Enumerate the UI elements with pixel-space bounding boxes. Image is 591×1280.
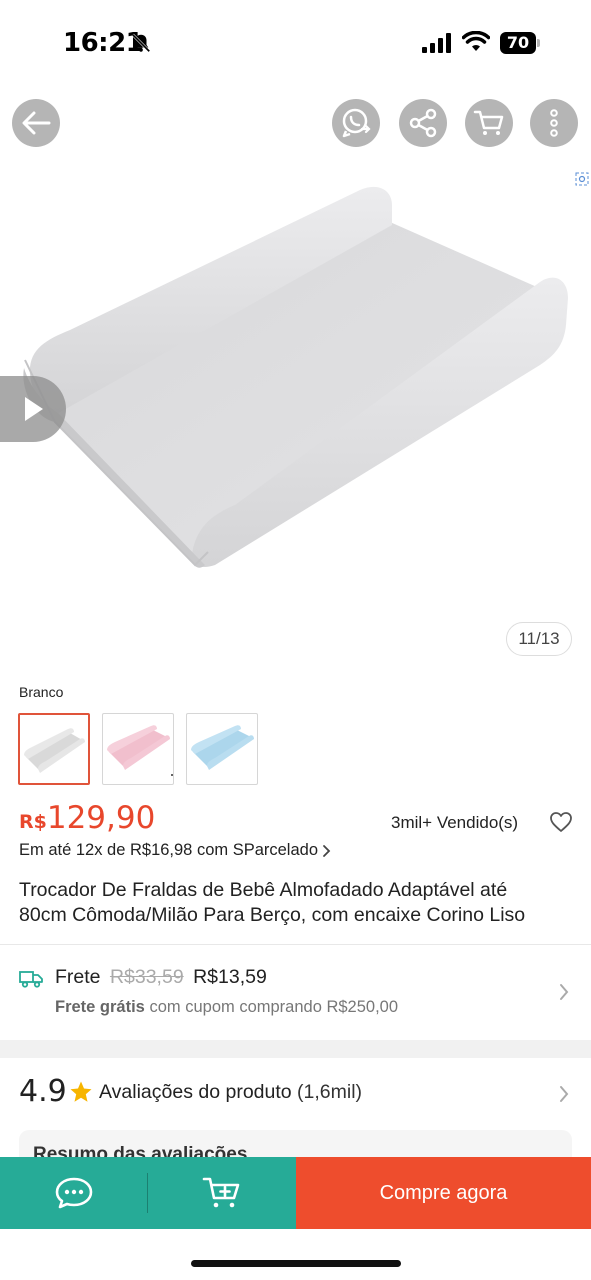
rating-score: 4.9 bbox=[19, 1074, 67, 1109]
variant-label: Branco bbox=[19, 684, 64, 700]
arrow-left-icon bbox=[22, 111, 51, 135]
wifi-icon bbox=[462, 31, 490, 51]
star-icon bbox=[70, 1081, 92, 1102]
reviews-chevron-right-icon[interactable] bbox=[558, 1085, 570, 1103]
cart-plus-icon bbox=[202, 1177, 240, 1208]
variant-thumbnail bbox=[191, 725, 254, 770]
divider bbox=[0, 944, 591, 945]
shipping-price: R$13,59 bbox=[193, 966, 267, 988]
chevron-right-icon bbox=[323, 844, 331, 857]
variant-thumbnail bbox=[107, 725, 173, 776]
chat-icon bbox=[55, 1177, 92, 1209]
shipping-price-row[interactable]: Frete R$33,59 R$13,59 bbox=[55, 966, 267, 989]
status-bar: 16:21 70 bbox=[0, 0, 591, 88]
bottom-action-bar: Compre agora bbox=[0, 1157, 591, 1229]
reviews-count: (1,6mil) bbox=[297, 1081, 363, 1103]
home-indicator bbox=[191, 1260, 401, 1267]
cart-icon bbox=[473, 110, 504, 135]
installments-text: Em até 12x de R$16,98 com SParcelado bbox=[19, 841, 319, 859]
variant-swatch-rosa[interactable] bbox=[102, 713, 174, 785]
free-shipping-condition: com cupom comprando R$250,00 bbox=[149, 998, 399, 1016]
signal-icon bbox=[422, 33, 451, 53]
play-icon bbox=[25, 397, 43, 421]
video-play-button[interactable] bbox=[0, 376, 66, 442]
expand-icon[interactable] bbox=[575, 172, 589, 186]
section-separator bbox=[0, 1040, 591, 1058]
reviews-label: Avaliações do produto bbox=[99, 1081, 292, 1103]
free-shipping-note: Frete grátis com cupom comprando R$250,0… bbox=[55, 998, 398, 1017]
battery-indicator: 70 bbox=[500, 32, 540, 54]
product-price: R$129,90 bbox=[19, 800, 155, 836]
shipping-old-price: R$33,59 bbox=[109, 966, 184, 988]
share-icon bbox=[409, 108, 437, 138]
cart-button[interactable] bbox=[465, 99, 513, 147]
battery-level: 70 bbox=[500, 32, 536, 54]
heart-icon[interactable] bbox=[549, 811, 573, 833]
back-button[interactable] bbox=[12, 99, 60, 147]
more-vertical-icon bbox=[550, 109, 558, 137]
variant-thumbnail bbox=[24, 728, 85, 773]
whatsapp-share-button[interactable] bbox=[332, 99, 380, 147]
product-title-line-1: Trocador De Fraldas de Bebê Almofadado A… bbox=[19, 879, 508, 901]
share-button[interactable] bbox=[399, 99, 447, 147]
buy-now-button[interactable]: Compre agora bbox=[296, 1157, 591, 1229]
sold-count: 3mil+ Vendido(s) bbox=[391, 813, 519, 832]
shipping-label: Frete bbox=[55, 966, 101, 988]
price-currency: R$ bbox=[19, 811, 47, 833]
product-title: Trocador De Fraldas de Bebê Almofadado A… bbox=[19, 878, 575, 928]
product-title-line-2: 80cm Cômoda/Milão Para Berço, com encaix… bbox=[19, 904, 526, 926]
reviews-link[interactable]: Avaliações do produto (1,6mil) bbox=[99, 1081, 362, 1104]
whatsapp-share-icon bbox=[342, 108, 371, 138]
image-counter: 11/13 bbox=[506, 622, 572, 656]
bell-slash-icon bbox=[131, 33, 151, 53]
installments-link[interactable]: Em até 12x de R$16,98 com SParcelado bbox=[19, 841, 332, 860]
variant-swatch-azul[interactable] bbox=[186, 713, 258, 785]
truck-icon bbox=[19, 971, 43, 988]
add-to-cart-button[interactable] bbox=[148, 1157, 296, 1229]
variant-swatch-branco[interactable] bbox=[18, 713, 90, 785]
free-shipping-label: Frete grátis bbox=[55, 998, 145, 1016]
shipping-chevron-right-icon[interactable] bbox=[558, 983, 570, 1001]
price-value: 129,90 bbox=[46, 800, 156, 836]
more-options-button[interactable] bbox=[530, 99, 578, 147]
product-image[interactable] bbox=[0, 160, 591, 650]
chat-button[interactable] bbox=[0, 1157, 147, 1229]
